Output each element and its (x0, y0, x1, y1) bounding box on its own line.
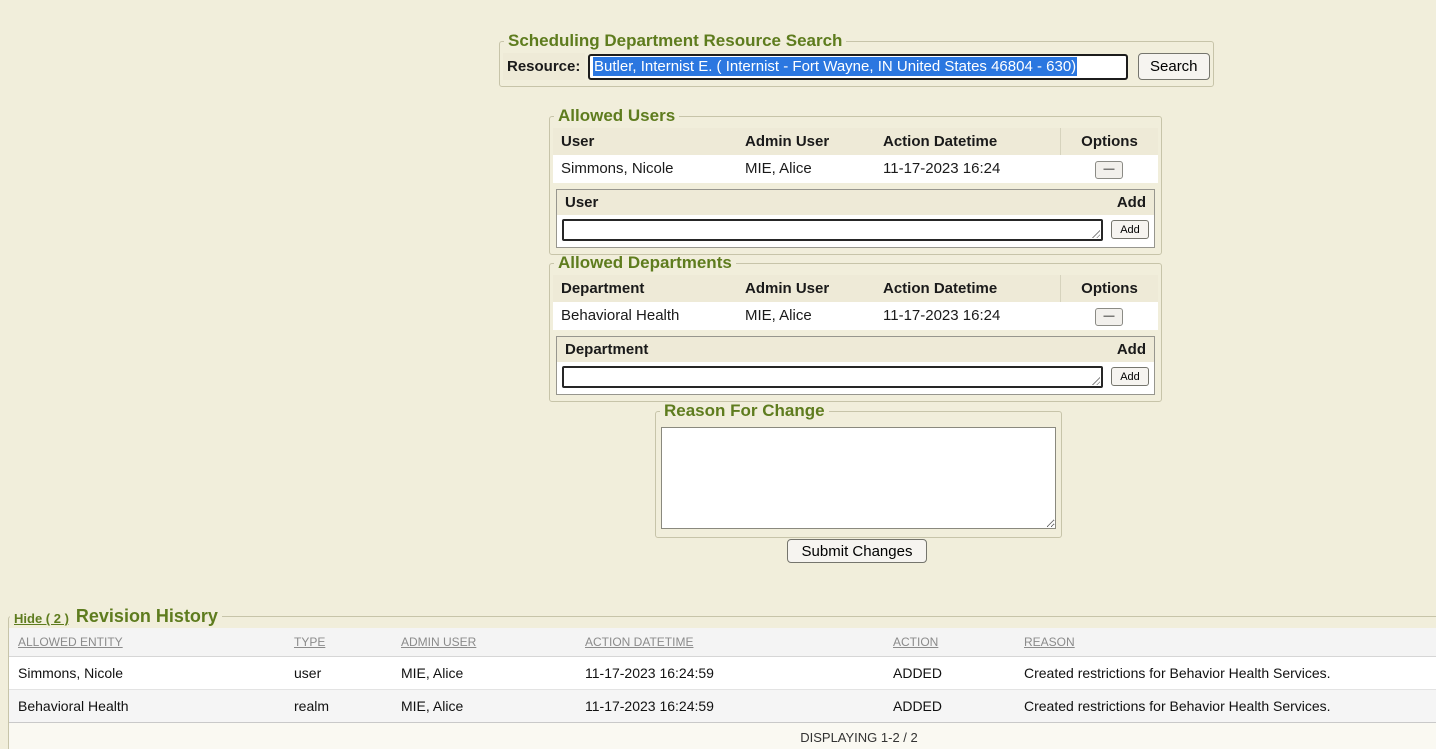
col-header-admin-user: Admin User (737, 275, 875, 302)
allowed-users-section: Allowed Users User Admin User Action Dat… (549, 106, 1162, 255)
resource-input[interactable]: Butler, Internist E. ( Internist - Fort … (588, 54, 1128, 80)
revision-datetime: 11-17-2023 16:24:59 (576, 657, 884, 690)
allowed-users-title: Allowed Users (554, 106, 679, 126)
user-add-input[interactable] (562, 219, 1103, 241)
allowed-user-admin: MIE, Alice (737, 156, 875, 181)
allowed-users-header-row: User Admin User Action Datetime Options (553, 128, 1158, 155)
revision-row: Behavioral Health realm MIE, Alice 11-17… (9, 690, 1436, 723)
submit-changes-button[interactable]: Submit Changes (787, 539, 927, 563)
search-button[interactable]: Search (1138, 53, 1210, 80)
revision-reason: Created restrictions for Behavior Health… (1015, 690, 1436, 723)
sort-reason[interactable]: REASON (1015, 628, 1436, 657)
add-department-label: Department (565, 341, 648, 358)
sort-action[interactable]: ACTION (884, 628, 1015, 657)
allowed-users-row: Simmons, Nicole MIE, Alice 11-17-2023 16… (553, 155, 1158, 183)
add-user-label: User (565, 194, 598, 211)
col-header-options: Options (1060, 275, 1158, 302)
sort-admin-user[interactable]: ADMIN USER (392, 628, 576, 657)
allowed-departments-section: Allowed Departments Department Admin Use… (549, 253, 1162, 402)
resource-search-section: Scheduling Department Resource Search Re… (499, 31, 1214, 87)
revision-reason: Created restrictions for Behavior Health… (1015, 657, 1436, 690)
revision-type: realm (285, 690, 392, 723)
revision-history-title: Revision History (76, 606, 218, 627)
revision-type: user (285, 657, 392, 690)
revision-history-table: ALLOWED ENTITY TYPE ADMIN USER ACTION DA… (9, 628, 1436, 749)
sort-allowed-entity[interactable]: ALLOWED ENTITY (9, 628, 285, 657)
revision-action: ADDED (884, 657, 1015, 690)
allowed-department-datetime: 11-17-2023 16:24 (875, 303, 1060, 328)
resource-selected-text: Butler, Internist E. ( Internist - Fort … (593, 57, 1077, 76)
col-header-action-datetime: Action Datetime (875, 275, 1060, 302)
revision-entity: Behavioral Health (9, 690, 285, 723)
add-department-box-header: Department Add (557, 337, 1154, 362)
allowed-departments-header-row: Department Admin User Action Datetime Op… (553, 275, 1158, 302)
allowed-user-datetime: 11-17-2023 16:24 (875, 156, 1060, 181)
add-user-button[interactable]: Add (1111, 220, 1149, 239)
resource-search-row: Resource: Butler, Internist E. ( Interni… (503, 53, 1210, 80)
sort-type[interactable]: TYPE (285, 628, 392, 657)
col-header-action-datetime: Action Datetime (875, 128, 1060, 155)
add-department-add-header: Add (1117, 341, 1146, 358)
allowed-user-name: Simmons, Nicole (553, 156, 737, 181)
revision-admin: MIE, Alice (392, 690, 576, 723)
revision-admin: MIE, Alice (392, 657, 576, 690)
allowed-departments-row: Behavioral Health MIE, Alice 11-17-2023 … (553, 302, 1158, 330)
paging-status: DISPLAYING 1-2 / 2 (9, 723, 1436, 749)
revision-row: Simmons, Nicole user MIE, Alice 11-17-20… (9, 657, 1436, 690)
revision-entity: Simmons, Nicole (9, 657, 285, 690)
add-user-box: User Add Add (556, 189, 1155, 248)
sort-action-datetime[interactable]: ACTION DATETIME (576, 628, 884, 657)
col-header-options: Options (1060, 128, 1158, 155)
allowed-department-admin: MIE, Alice (737, 303, 875, 328)
page: Scheduling Department Resource Search Re… (0, 0, 1436, 749)
col-header-admin-user: Admin User (737, 128, 875, 155)
add-department-row: Add (557, 362, 1154, 394)
allowed-departments-title: Allowed Departments (554, 253, 736, 273)
revision-action: ADDED (884, 690, 1015, 723)
add-user-add-header: Add (1117, 194, 1146, 211)
reason-for-change-title: Reason For Change (660, 401, 829, 421)
hide-link[interactable]: Hide ( 2 ) (14, 611, 69, 627)
add-user-row: Add (557, 215, 1154, 247)
add-user-box-header: User Add (557, 190, 1154, 215)
allowed-department-name: Behavioral Health (553, 303, 737, 328)
col-header-department: Department (553, 275, 737, 302)
reason-for-change-section: Reason For Change (655, 401, 1062, 538)
reason-textarea[interactable] (661, 427, 1056, 529)
department-add-input[interactable] (562, 366, 1103, 388)
add-department-box: Department Add Add (556, 336, 1155, 395)
add-department-button[interactable]: Add (1111, 367, 1149, 386)
remove-user-button[interactable]: — (1095, 161, 1123, 179)
revision-history-header-row: ALLOWED ENTITY TYPE ADMIN USER ACTION DA… (9, 628, 1436, 657)
resource-label: Resource: (503, 53, 585, 80)
revision-datetime: 11-17-2023 16:24:59 (576, 690, 884, 723)
remove-department-button[interactable]: — (1095, 308, 1123, 326)
revision-history-section: Hide ( 2 ) Revision History ALLOWED ENTI… (8, 606, 1436, 749)
col-header-user: User (553, 128, 737, 155)
resource-search-title: Scheduling Department Resource Search (504, 31, 846, 51)
